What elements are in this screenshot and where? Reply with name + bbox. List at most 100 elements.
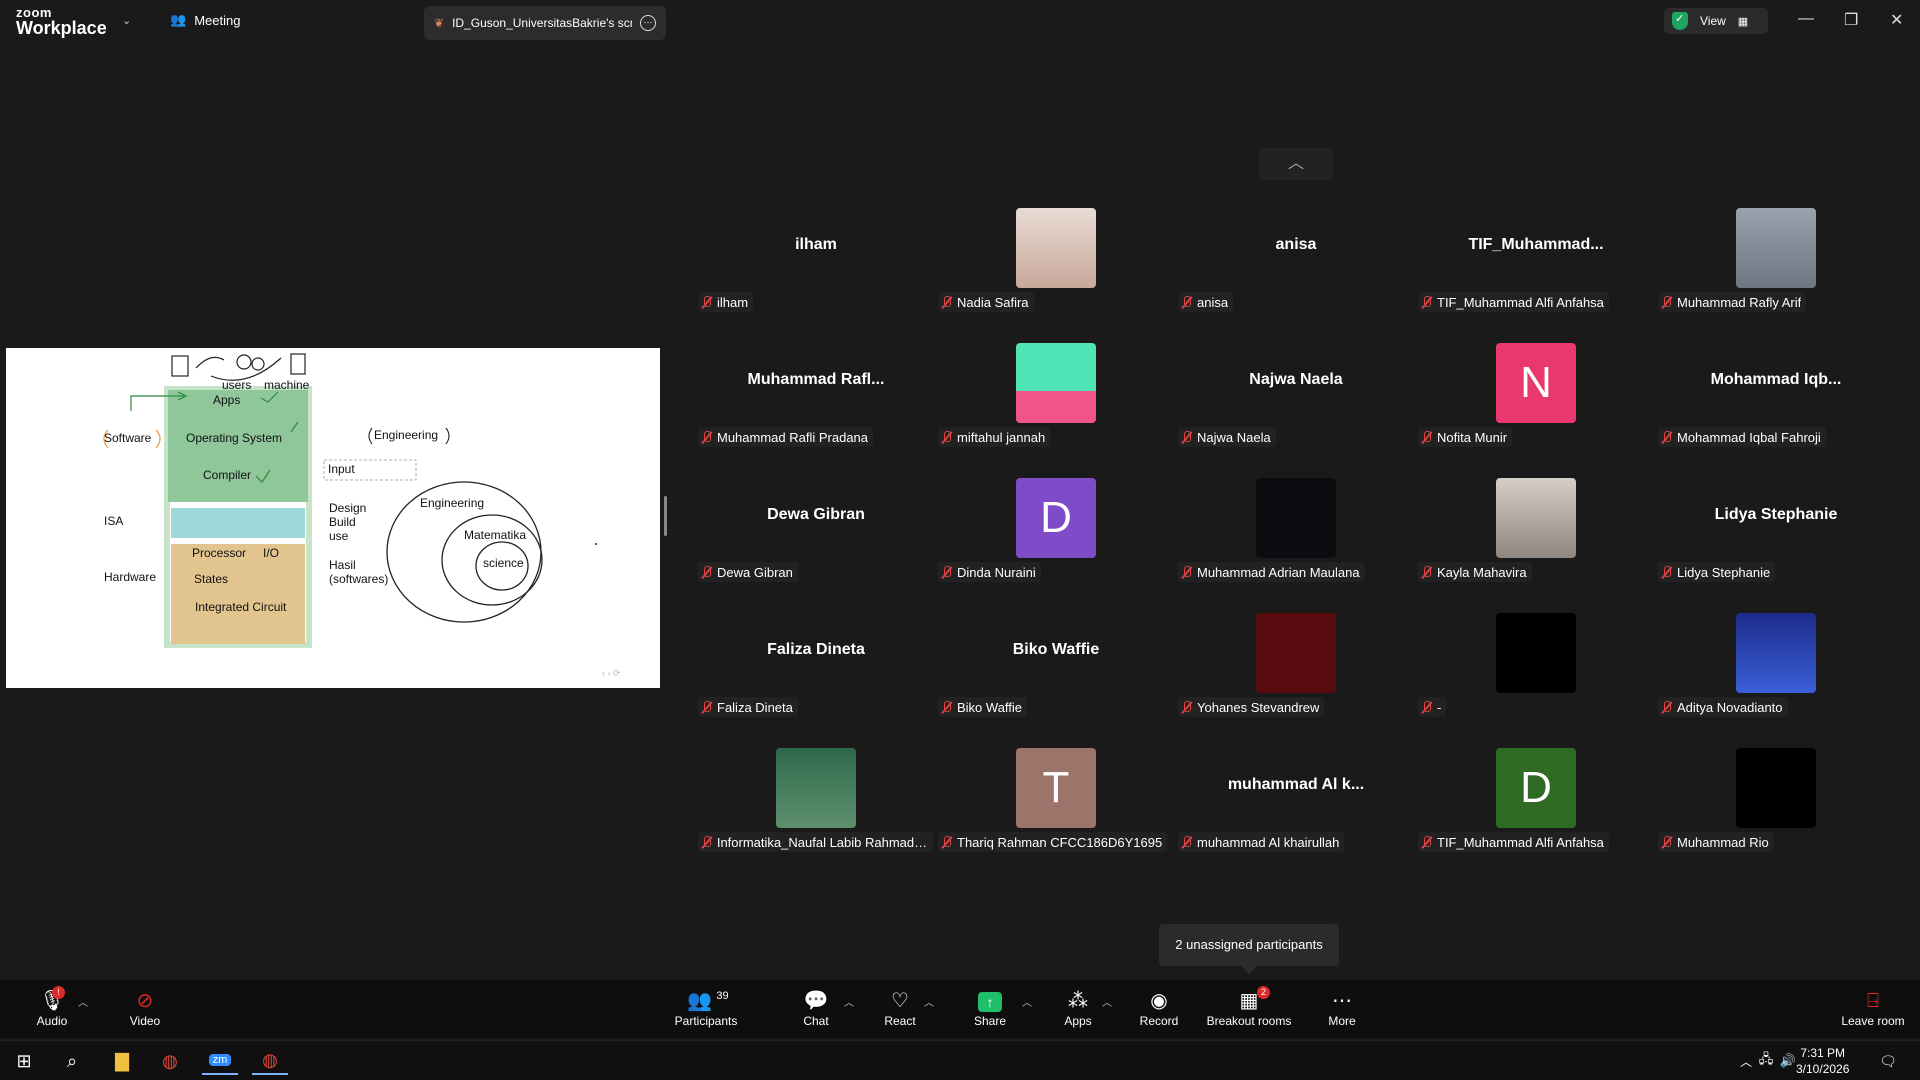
apps-button[interactable]: ⁂ Apps bbox=[1058, 988, 1098, 1028]
shared-screen: users machine Apps Software Operating Sy… bbox=[6, 348, 660, 688]
participant-tile[interactable]: - bbox=[1416, 605, 1656, 739]
leave-room-icon: ⍈ bbox=[1867, 990, 1879, 1012]
file-explorer-icon[interactable]: ▇ bbox=[104, 1047, 140, 1075]
zoom-logo: zoom Workplace bbox=[16, 6, 107, 37]
restore-icon[interactable]: ❐ bbox=[1844, 10, 1858, 30]
participant-tile[interactable]: N Nofita Munir bbox=[1416, 335, 1656, 469]
audio-alert-badge: ! bbox=[52, 986, 65, 999]
tab-share-screen[interactable]: ❦ ID_Guson_UniversitasBakrie's scre ··· bbox=[424, 6, 666, 40]
windows-taskbar: ⊞ ⌕ ▇ ◍ zm ◍ ︿ 🖧 🔊 7:31 PM 3/10/2026 🗨 bbox=[0, 1040, 1920, 1080]
system-clock[interactable]: 7:31 PM 3/10/2026 bbox=[1796, 1045, 1849, 1077]
participant-tile[interactable]: anisa anisa bbox=[1176, 200, 1416, 334]
participant-name-bar: Thariq Rahman CFCC186D6Y1695 bbox=[938, 832, 1168, 852]
participant-name-bar: Faliza Dineta bbox=[698, 697, 798, 717]
breakout-rooms-button[interactable]: ▦ Breakout rooms 2 bbox=[1204, 986, 1294, 1028]
participant-tile[interactable]: D Dinda Nuraini bbox=[936, 470, 1176, 604]
participant-tile[interactable]: miftahul jannah bbox=[936, 335, 1176, 469]
share-button[interactable]: ↑ Share bbox=[970, 988, 1010, 1028]
participant-tile[interactable]: Informatika_Naufal Labib Rahmada... bbox=[696, 740, 936, 874]
close-icon[interactable]: ✕ bbox=[1890, 10, 1903, 30]
search-icon[interactable]: ⌕ bbox=[54, 1047, 90, 1075]
video-button[interactable]: ⊘ Video bbox=[120, 988, 170, 1028]
minimize-icon[interactable]: — bbox=[1798, 10, 1814, 28]
audio-button[interactable]: 🎙 Audio ! bbox=[32, 986, 72, 1028]
participant-tile[interactable]: Najwa Naela Najwa Naela bbox=[1176, 335, 1416, 469]
participant-name-bar: ilham bbox=[698, 292, 754, 312]
participant-display-name: Lidya Stephanie bbox=[1714, 506, 1838, 523]
mic-muted-icon bbox=[1662, 295, 1672, 309]
cupcake-avatar bbox=[1016, 343, 1096, 423]
chrome-window-icon[interactable]: ◍ bbox=[252, 1047, 288, 1075]
participant-tile[interactable]: ilham ilham bbox=[696, 200, 936, 334]
label-engineering-circle: Engineering bbox=[420, 496, 485, 510]
participants-button[interactable]: 👥 39 Participants bbox=[670, 988, 742, 1028]
label-input: Input bbox=[328, 462, 355, 476]
mic-muted-icon bbox=[702, 835, 712, 849]
mic-muted-icon bbox=[1662, 430, 1672, 444]
zoom-taskbar-icon[interactable]: zm bbox=[202, 1047, 238, 1075]
chrome-icon[interactable]: ◍ bbox=[152, 1047, 188, 1075]
participant-tile[interactable]: D TIF_Muhammad Alfi Anfahsa bbox=[1416, 740, 1656, 874]
more-button[interactable]: ⋯ More bbox=[1322, 988, 1362, 1028]
record-button[interactable]: ◉ Record bbox=[1138, 988, 1180, 1028]
title-bar: zoom Workplace ⌄ 👥 Meeting ❦ ID_Guson_Un… bbox=[0, 0, 1920, 44]
apps-icon: ⁂ bbox=[1068, 990, 1088, 1012]
participant-tile[interactable]: Muhammad Rafly Arif bbox=[1656, 200, 1896, 334]
label-build: Build bbox=[329, 515, 356, 529]
participant-name-label: Aditya Novadianto bbox=[1677, 699, 1783, 715]
label-softwares: (softwares) bbox=[329, 572, 389, 586]
video-off-icon: ⊘ bbox=[136, 990, 154, 1012]
more-options-icon[interactable]: ··· bbox=[640, 15, 656, 31]
react-button[interactable]: ♡ React bbox=[880, 988, 920, 1028]
participant-tile[interactable]: Biko Waffie Biko Waffie bbox=[936, 605, 1176, 739]
participant-name-bar: Najwa Naela bbox=[1178, 427, 1276, 447]
participant-tile[interactable]: TIF_Muhammad... TIF_Muhammad Alfi Anfahsa bbox=[1416, 200, 1656, 334]
view-button[interactable]: View ▦ bbox=[1664, 8, 1768, 34]
participant-tile[interactable]: Muhammad Rio bbox=[1656, 740, 1896, 874]
participant-tile[interactable]: Mohammad Iqb... Mohammad Iqbal Fahroji bbox=[1656, 335, 1896, 469]
leave-room-button[interactable]: ⍈ Leave room bbox=[1836, 988, 1910, 1028]
participant-tile[interactable]: muhammad Al k... muhammad Al khairullah bbox=[1176, 740, 1416, 874]
react-label: React bbox=[884, 1014, 916, 1028]
participant-name-label: ilham bbox=[717, 294, 749, 310]
split-resize-handle[interactable] bbox=[664, 496, 667, 536]
participant-tile[interactable]: Lidya Stephanie Lidya Stephanie bbox=[1656, 470, 1896, 604]
label-software: Software bbox=[104, 431, 152, 445]
mic-muted-icon bbox=[1662, 835, 1672, 849]
label-use: use bbox=[329, 529, 349, 543]
participant-name-label: Thariq Rahman CFCC186D6Y1695 bbox=[957, 834, 1163, 850]
chevron-up-icon: ︿ bbox=[1102, 998, 1112, 1009]
view-label: View bbox=[1700, 14, 1726, 28]
participant-tile[interactable]: Dewa Gibran Dewa Gibran bbox=[696, 470, 936, 604]
label-compiler: Compiler bbox=[203, 468, 252, 482]
participant-tile[interactable]: Nadia Safira bbox=[936, 200, 1176, 334]
participant-tile[interactable]: T Thariq Rahman CFCC186D6Y1695 bbox=[936, 740, 1176, 874]
participant-display-name: Muhammad Rafl... bbox=[747, 371, 885, 388]
participant-tile[interactable]: Faliza Dineta Faliza Dineta bbox=[696, 605, 936, 739]
windows-start-icon[interactable]: ⊞ bbox=[6, 1047, 42, 1075]
participant-name-bar: Nofita Munir bbox=[1418, 427, 1513, 447]
participant-name-bar: Yohanes Stevandrew bbox=[1178, 697, 1325, 717]
grid-view-icon: ▦ bbox=[1737, 15, 1749, 28]
participants-label: Participants bbox=[674, 1014, 738, 1028]
participant-tile[interactable]: Kayla Mahavira bbox=[1416, 470, 1656, 604]
share-label: Share bbox=[973, 1014, 1007, 1028]
more-icon: ⋯ bbox=[1332, 990, 1352, 1012]
participant-tile[interactable]: Muhammad Adrian Maulana bbox=[1176, 470, 1416, 604]
encryption-shield-icon[interactable] bbox=[1672, 12, 1688, 30]
participant-tile[interactable]: Yohanes Stevandrew bbox=[1176, 605, 1416, 739]
participant-name-bar: Mohammad Iqbal Fahroji bbox=[1658, 427, 1826, 447]
tab-meeting[interactable]: 👥 Meeting bbox=[170, 12, 240, 28]
participant-display-name: Faliza Dineta bbox=[767, 641, 865, 658]
notifications-icon[interactable]: 🗨 bbox=[1870, 1047, 1906, 1075]
apps-label: Apps bbox=[1064, 1014, 1092, 1028]
participant-tile[interactable]: Muhammad Rafl... Muhammad Rafli Pradana bbox=[696, 335, 936, 469]
scroll-up-button[interactable]: ︿ bbox=[1259, 148, 1333, 180]
participant-tile[interactable]: Aditya Novadianto bbox=[1656, 605, 1896, 739]
slide-nav-icon[interactable]: ‹ › ⟳ bbox=[602, 668, 621, 679]
chevron-down-icon[interactable]: ⌄ bbox=[122, 14, 131, 27]
brand-workplace: Workplace bbox=[16, 18, 107, 38]
meeting-toolbar: 🎙 Audio ! ︿ ⊘ Video 👥 39 Participants 💬 C… bbox=[0, 980, 1920, 1038]
participant-name-bar: Lidya Stephanie bbox=[1658, 562, 1776, 582]
chat-button[interactable]: 💬 Chat bbox=[796, 988, 836, 1028]
